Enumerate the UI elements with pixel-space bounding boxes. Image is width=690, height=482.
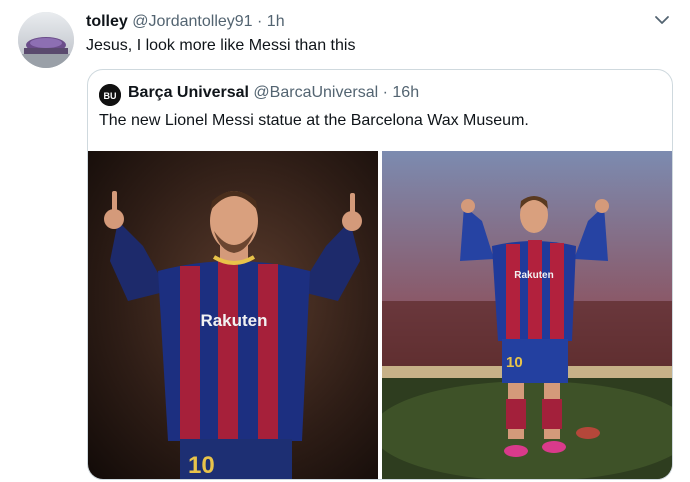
quoted-text: The new Lionel Messi statue at the Barce… xyxy=(99,112,529,129)
shorts-number-small: 10 xyxy=(506,354,523,371)
timestamp[interactable]: 1h xyxy=(267,13,285,30)
statue-photo-full[interactable]: Rakuten 10 xyxy=(382,151,672,479)
quoted-display-name[interactable]: Barça Universal xyxy=(128,84,249,101)
shirt-sponsor-text-small: Rakuten xyxy=(514,270,553,281)
shorts-number: 10 xyxy=(188,452,215,479)
user-handle[interactable]: @Jordantolley91 xyxy=(132,13,252,30)
user-avatar[interactable] xyxy=(18,12,74,68)
quoted-header: Barça Universal @BarcaUniversal · 16h xyxy=(128,84,419,102)
photo-grid: Rakuten 10 Rakuten 10 xyxy=(88,151,672,479)
tweet-text: Jesus, I look more like Messi than this xyxy=(86,37,356,54)
tweet-header: tolley @Jordantolley91 · 1h xyxy=(86,13,285,31)
display-name[interactable]: tolley xyxy=(86,13,128,30)
quoted-tweet[interactable]: BU Barça Universal @BarcaUniversal · 16h… xyxy=(87,69,673,480)
shirt-sponsor-text: Rakuten xyxy=(200,311,267,330)
separator-dot: · xyxy=(257,13,263,30)
quoted-timestamp[interactable]: 16h xyxy=(392,84,419,101)
statue-photo-front[interactable]: Rakuten 10 xyxy=(88,151,378,479)
quoted-avatar-label: BU xyxy=(104,91,117,101)
chevron-down-icon[interactable] xyxy=(652,12,672,28)
quoted-avatar[interactable]: BU xyxy=(99,84,121,106)
quoted-separator-dot: · xyxy=(382,84,388,101)
quoted-handle[interactable]: @BarcaUniversal xyxy=(253,84,378,101)
avatar-image xyxy=(18,12,74,68)
